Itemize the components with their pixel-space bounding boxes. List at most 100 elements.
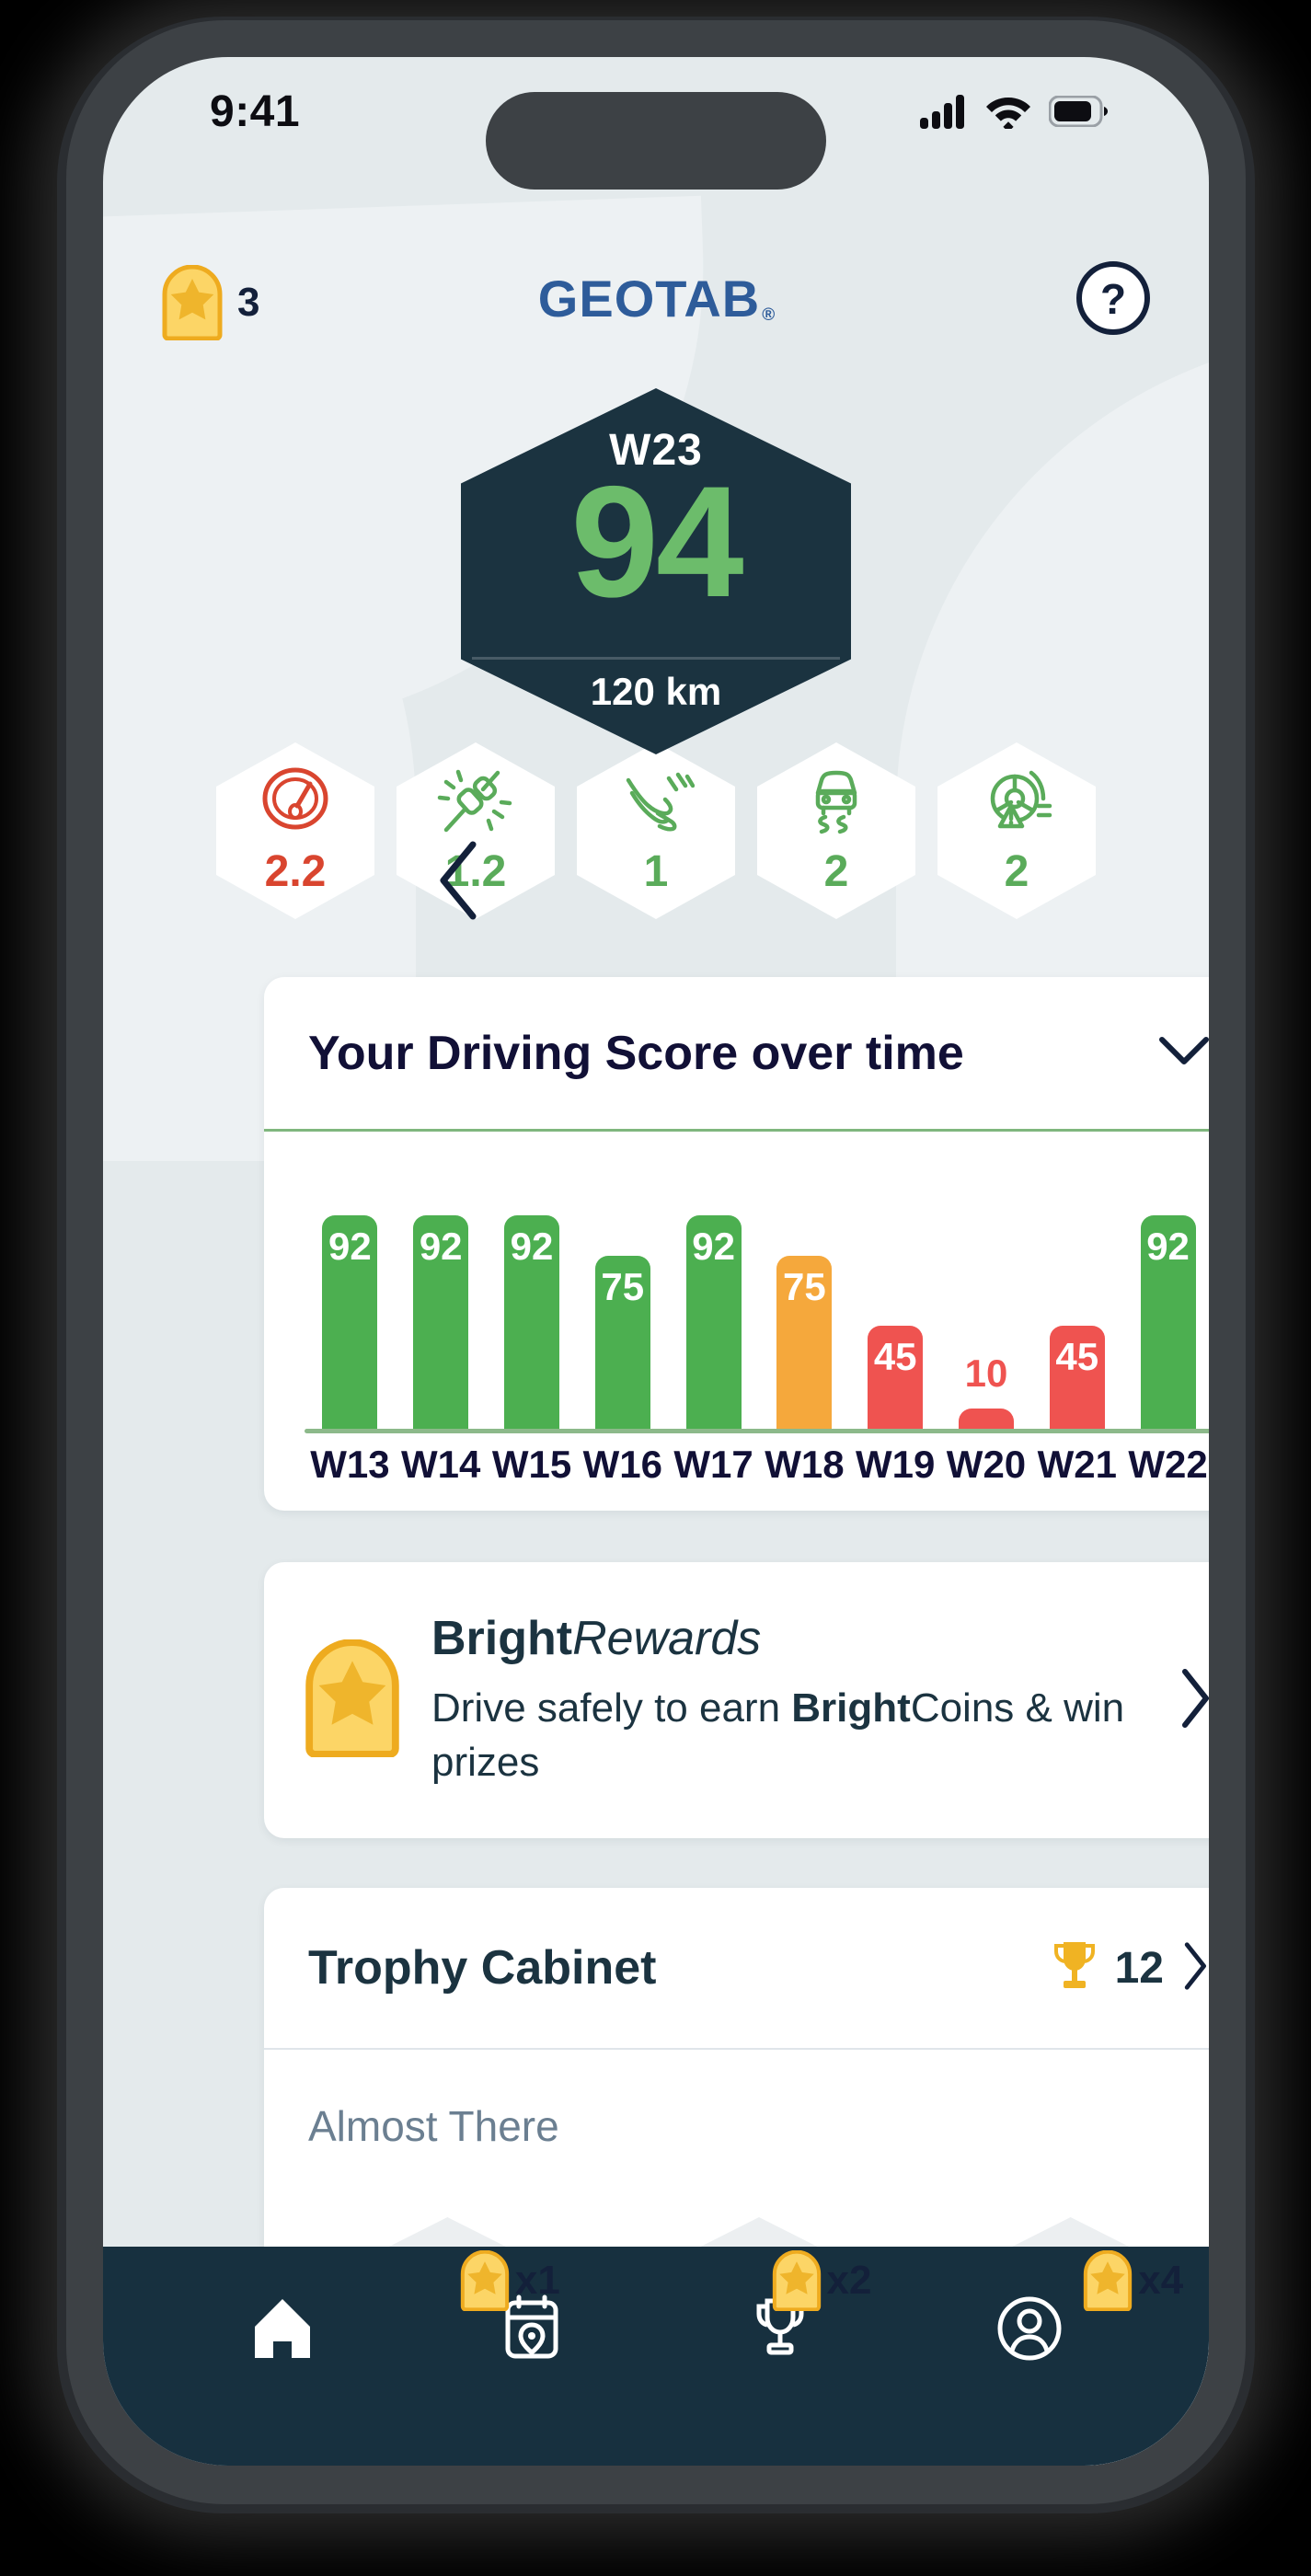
chart-bar-column: 75 <box>759 1156 850 1432</box>
trophy-cabinet-count-group[interactable]: 12 <box>1051 1938 1209 1998</box>
chart-bar: 92 <box>503 1215 559 1432</box>
metric-tire-warning-value: 2 <box>1004 846 1029 896</box>
chevron-right-icon[interactable] <box>1177 1667 1209 1734</box>
previous-week-button[interactable] <box>434 839 482 926</box>
chart-x-label: W22 <box>1128 1443 1208 1486</box>
status-bar: 9:41 <box>103 57 1209 190</box>
chart-bar-label: 45 <box>1055 1335 1099 1379</box>
chart-bar-column: 75 <box>577 1156 668 1432</box>
chart-bar: 92 <box>1140 1215 1196 1432</box>
chart-x-label: W19 <box>856 1443 936 1486</box>
svg-text:?: ? <box>1100 275 1126 323</box>
home-icon <box>255 2299 311 2358</box>
weekly-score-hero: W23 94 120 km <box>103 361 1209 920</box>
chart-x-label: W13 <box>310 1443 390 1486</box>
chart-bar-label: 45 <box>873 1335 917 1379</box>
chart-bar-column: 92 <box>487 1156 578 1432</box>
chart-bar-label: 92 <box>692 1225 735 1269</box>
dynamic-island <box>486 92 826 190</box>
chart-bar-column: 10 <box>941 1156 1032 1432</box>
chart-bar: 45 <box>868 1326 924 1432</box>
trophy-coin-multiplier: x4 <box>1138 2258 1184 2303</box>
metric-tire-warning[interactable]: 2 <box>937 742 1096 919</box>
metric-cornering-value: 2 <box>823 846 849 896</box>
brightcoin-star-icon <box>460 2250 510 2311</box>
chart-plot-area: 92 92 92 75 92 75 45 10 45 92 W13 W14 W15 W16 W17 W18 W… <box>264 1132 1209 1509</box>
chart-bar-label: 92 <box>1146 1225 1190 1269</box>
chart-bar-column: 92 <box>305 1156 396 1432</box>
score-hexagon[interactable]: W23 94 120 km <box>461 388 851 754</box>
metric-cornering[interactable]: 2 <box>757 742 915 919</box>
chart-card-header[interactable]: Your Driving Score over time <box>264 977 1209 1132</box>
bottom-navigation-bar <box>103 2247 1209 2466</box>
trophy-coin-reward: x4 <box>1083 2250 1183 2311</box>
chevron-right-icon[interactable] <box>1180 1940 1209 1996</box>
chart-x-label: W21 <box>1037 1443 1117 1486</box>
metric-speeding-value: 2.2 <box>264 846 327 896</box>
metric-hexagon-row: 2.2 1.2 1 2 2 <box>103 742 1209 919</box>
metric-speeding[interactable]: 2.2 <box>216 742 374 919</box>
brightcoin-star-icon <box>1084 2250 1133 2311</box>
chevron-down-icon[interactable] <box>1158 1035 1209 1071</box>
brightcoin-star-icon <box>162 265 223 340</box>
rewards-title-bold: Bright <box>431 1612 573 1666</box>
screenshot-root: 9:41 3 GEOTAB ® ? W23 94 120 km 2.2 1.2 … <box>0 0 1311 2576</box>
help-button[interactable]: ? <box>1075 259 1152 341</box>
harsh-pedal-icon <box>617 765 695 837</box>
nav-item-profile[interactable] <box>960 2278 1098 2379</box>
chart-title: Your Driving Score over time <box>308 1026 964 1080</box>
chart-bar: 75 <box>594 1255 650 1432</box>
chart-x-label: W17 <box>673 1443 753 1486</box>
score-divider <box>472 657 840 660</box>
trophy-cabinet-header[interactable]: Trophy Cabinet 12 <box>264 1888 1209 2050</box>
chart-baseline <box>305 1429 1209 1433</box>
rewards-title-italic: Rewards <box>572 1612 762 1666</box>
trophy-coin-reward: x1 <box>460 2250 560 2311</box>
trophy-count: 12 <box>1114 1943 1164 1993</box>
trophy-coin-multiplier: x1 <box>514 2258 560 2303</box>
rewards-title: BrightRewards <box>431 1610 1177 1667</box>
chart-bar: 45 <box>1049 1326 1105 1432</box>
chevron-left-icon <box>440 841 477 920</box>
chart-x-label: W16 <box>582 1443 662 1486</box>
app-header: 3 GEOTAB ® ? <box>103 252 1209 353</box>
geotab-logo-text: GEOTAB <box>537 270 761 328</box>
chart-bar-column: 92 <box>668 1156 759 1432</box>
chart-bar: 92 <box>322 1215 378 1432</box>
profile-account-icon <box>997 2296 1062 2361</box>
chart-bar: 92 <box>413 1215 469 1432</box>
chart-x-label: W20 <box>946 1443 1027 1486</box>
score-distance: 120 km <box>590 670 722 713</box>
rewards-subtitle: Drive safely to earn BrightCoins & win p… <box>431 1681 1177 1790</box>
trophy-coin-multiplier: x2 <box>826 2258 872 2303</box>
trophy-coin-reward: x2 <box>772 2250 872 2311</box>
cornering-skid-icon <box>798 765 875 837</box>
bright-rewards-card[interactable]: BrightRewards Drive safely to earn Brigh… <box>264 1562 1209 1838</box>
driving-score-chart-card: Your Driving Score over time 92 92 92 75 92 7… <box>264 977 1209 1511</box>
trophy-icon <box>1051 1938 1098 1998</box>
wifi-icon <box>986 98 1030 129</box>
battery-icon <box>1049 96 1108 127</box>
almost-there-label: Almost There <box>308 2102 559 2150</box>
nav-item-home[interactable] <box>213 2278 351 2379</box>
rewards-text-block: BrightRewards Drive safely to earn Brigh… <box>400 1610 1177 1789</box>
chart-x-label: W15 <box>491 1443 572 1486</box>
chart-bar: 92 <box>685 1215 742 1432</box>
chart-bar-label: 92 <box>419 1225 463 1269</box>
chart-bar-column: 45 <box>1031 1156 1122 1432</box>
chart-bar-column: 92 <box>396 1156 487 1432</box>
geotab-logo: GEOTAB ® <box>537 269 775 328</box>
brightcoin-count: 3 <box>237 280 260 325</box>
help-question-icon: ? <box>1076 261 1150 335</box>
chart-bar-column: 92 <box>1122 1156 1209 1432</box>
chart-bar-label: 92 <box>510 1225 554 1269</box>
metric-harsh-pedal[interactable]: 1 <box>577 742 735 919</box>
brightcoin-star-icon <box>772 2250 821 2311</box>
chart-bar-label: 75 <box>783 1264 826 1308</box>
tire-warning-icon <box>978 765 1055 837</box>
status-icons <box>920 94 1108 129</box>
brightcoin-balance[interactable]: 3 <box>162 265 259 340</box>
chart-x-axis-labels: W13 W14 W15 W16 W17 W18 W19 W20 W21 W22 <box>305 1443 1209 1487</box>
chart-x-label: W18 <box>765 1443 845 1486</box>
status-time: 9:41 <box>210 87 301 136</box>
